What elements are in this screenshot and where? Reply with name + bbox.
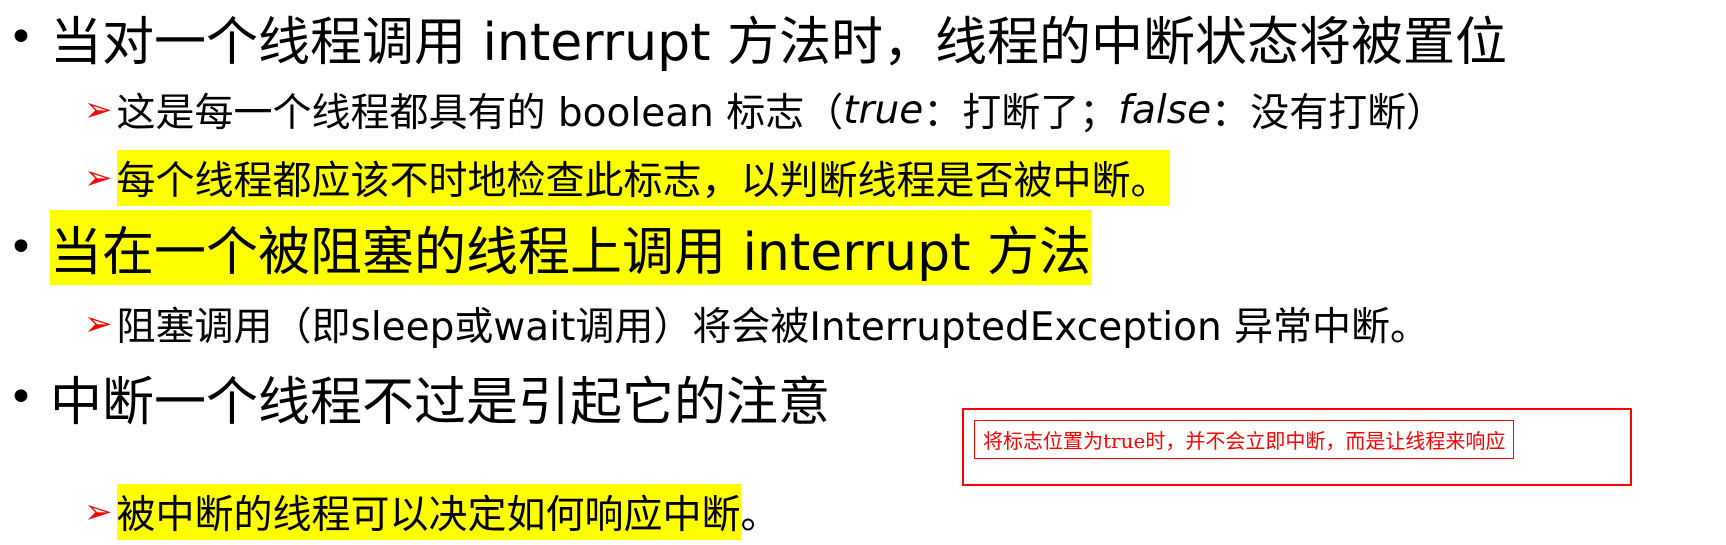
annotation-note: 将标志位置为true时，并不会立即中断，而是让线程来响应 bbox=[974, 420, 1515, 459]
arrow-bullet-icon: ➢ bbox=[84, 90, 113, 130]
true-keyword: true bbox=[843, 87, 924, 133]
sub-item-1-2: ➢ 每个线程都应该不时地检查此标志，以判断线程是否被中断。 bbox=[84, 150, 1170, 206]
bullet-item-2-text: 当在一个被阻塞的线程上调用 interrupt 方法 bbox=[49, 209, 1091, 285]
sub-item-3-1-end: 。 bbox=[740, 493, 780, 538]
arrow-bullet-icon: ➢ bbox=[84, 304, 113, 344]
sub-item-1-1-prefix: 这是每一个线程都具有的 boolean 标志（ bbox=[116, 91, 844, 136]
bullet-item-3: • 中断一个线程不过是引起它的注意 bbox=[8, 362, 830, 433]
bullet-item-3-text: 中断一个线程不过是引起它的注意 bbox=[49, 372, 830, 433]
sub-item-2-1-text: 阻塞调用（即sleep或wait调用）将会被InterruptedExcepti… bbox=[116, 305, 1430, 350]
sub-item-1-1-suffix: ：没有打断） bbox=[1211, 91, 1446, 136]
arrow-bullet-icon: ➢ bbox=[84, 492, 113, 532]
sub-item-1-1: ➢ 这是每一个线程都具有的 boolean 标志（ true ：打断了； fal… bbox=[84, 82, 1445, 138]
bullet-item-1-text: 当对一个线程调用 interrupt 方法时，线程的中断状态将被置位 bbox=[49, 12, 1507, 73]
sub-item-2-1: ➢ 阻塞调用（即sleep或wait调用）将会被InterruptedExcep… bbox=[84, 296, 1429, 352]
sub-item-3-1-text: 被中断的线程可以决定如何响应中断 bbox=[116, 484, 741, 540]
bullet-dot-icon: • bbox=[8, 221, 34, 273]
arrow-bullet-icon: ➢ bbox=[84, 158, 113, 198]
bullet-dot-icon: • bbox=[8, 371, 34, 423]
sub-item-1-1-middle: ：打断了； bbox=[923, 91, 1119, 136]
sub-item-3-1: ➢ 被中断的线程可以决定如何响应中断 。 bbox=[84, 484, 780, 540]
false-keyword: false bbox=[1118, 87, 1212, 133]
bullet-dot-icon: • bbox=[8, 11, 34, 63]
sub-item-1-2-text: 每个线程都应该不时地检查此标志，以判断线程是否被中断。 bbox=[116, 150, 1170, 206]
bullet-item-1: • 当对一个线程调用 interrupt 方法时，线程的中断状态将被置位 bbox=[8, 2, 1507, 73]
bullet-item-2: • 当在一个被阻塞的线程上调用 interrupt 方法 bbox=[8, 209, 1091, 285]
